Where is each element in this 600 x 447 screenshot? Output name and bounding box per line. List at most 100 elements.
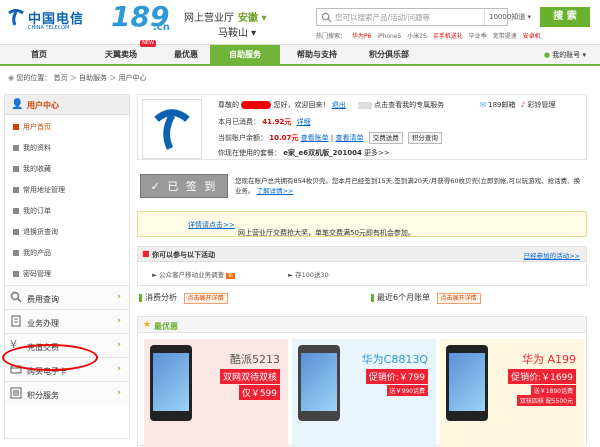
phone-image [298,345,340,421]
nav-home[interactable]: 首页 [0,45,78,65]
china-telecom-logo[interactable]: 中国电信 CHINA TELECOM [6,5,106,35]
account-balance: 当前账户余额： 10.07元 查看账单 | 查看清单 交费送费 积分查询 [218,132,442,144]
search-icon [321,12,332,23]
hot-link[interactable]: 安卓机 [523,33,541,40]
chevron-right-icon: › [117,316,121,326]
phone-image [150,345,192,421]
deal-line: 双网双待双核 [219,369,280,384]
activity-label: 存100送30 [295,271,329,279]
recent-title: 最近6个月账单 [377,293,431,302]
deal-card[interactable]: 华为 A199 促销价:￥1699 送￥1890话费 双核四核 配5500元 [440,339,584,447]
pay-button[interactable]: 交费送费 [368,132,403,144]
sidebar-section-business[interactable]: 业务办理 › [5,309,129,333]
plan-label: 你现在使用的套餐： [218,149,281,157]
bullet-icon [13,229,19,235]
greeting-prefix: 尊敬的 [218,101,239,109]
logout-link[interactable]: 退出 [332,101,346,109]
learn-more-link[interactable]: 了解详情>> [257,187,294,195]
signed-in-button[interactable]: ✓ 已 签 到 [140,174,228,198]
nav-store[interactable]: 天翼卖场 NEW [80,40,162,65]
consume-expand-button[interactable]: 点击展开详情 [183,293,228,304]
view-bill-link[interactable]: 查看账单 [301,134,329,142]
deal-name: 华为 A199 [521,353,576,366]
deal-name: 酷派5213 [230,353,280,366]
search-category-select[interactable]: 10000知道 ▾ [484,9,538,25]
mail-link[interactable]: 189邮箱 [488,101,515,109]
hot-link[interactable]: 毕业季 [469,33,487,40]
nav-help[interactable]: 帮助与支持 [282,45,352,65]
breadcrumb: ◉ 您的位置： 首页 ＞ 自助服务 ＞ 用户中心 [8,73,146,83]
notice-text: 网上营业厅交费抢大奖，单笔交费满50元即有机会参加。 [238,229,415,237]
sidebar-item-addresses[interactable]: 常用地址管理 [13,185,65,199]
notice-link[interactable]: 详情请点击>> [188,221,235,229]
telecom-logo-icon [154,109,190,150]
plan-more-link[interactable]: 更多>> [364,149,390,157]
monthly-bill: 本月已消费： 41.92元 详细 [218,117,311,127]
activities-panel: ■ 你可以参与以下活动 已经参加的活动>> ► 公众客户移动业务调查 新 ► 存… [137,246,587,286]
my-account-menu[interactable]: ● 我的账号 ▾ [544,45,586,65]
deal-line: 送￥990话费 [386,385,428,396]
sidebar-head[interactable]: 👤 用户中心 [5,95,129,115]
nav-points-club[interactable]: 积分俱乐部 [354,45,424,65]
service-note[interactable]: 点击查看我的专属服务 [374,101,444,109]
sidebar-item-my-profile[interactable]: 我的资料 [13,143,51,157]
hot-link[interactable]: 宽带提速 [493,33,517,40]
deal-card[interactable]: 华为C8813Q 促销价:￥799 送￥990话费 [292,339,436,447]
location-icon: ◉ [8,74,15,82]
separator: | [330,134,334,142]
document-icon [11,315,21,327]
section-label: 业务办理 [27,319,59,328]
deal-line: 仅￥599 [238,385,280,400]
province-select[interactable]: 安徽 ▾ [238,9,267,24]
activity-item[interactable]: ► 存100送30 [288,269,329,279]
section-label: 费用查询 [27,295,59,304]
sidebar-item-label: 密码管理 [23,270,51,278]
bullet-icon [13,271,19,277]
gift-icon: ■ [142,249,150,258]
sidebar-item-label: 我的产品 [23,249,51,257]
sidebar-item-products[interactable]: 我的产品 [13,248,51,262]
deals-header: ★ 最优惠 [138,317,586,333]
search-button[interactable]: 搜 索 [540,7,590,27]
bill-detail-link[interactable]: 详细 [297,118,311,126]
greeting-suffix: 您好，欢迎回来！ [273,101,330,109]
sidebar-section-points[interactable]: 积分服务 › [5,381,129,405]
ring-icon: ♪ [520,101,526,109]
city-select[interactable]: 马鞍山 ▾ [218,24,256,39]
hot-link[interactable]: 小米2S [407,33,427,40]
hot-link[interactable]: iPhone5 [377,33,401,40]
recent-expand-button[interactable]: 点击展开详情 [436,293,481,304]
joined-activities-link[interactable]: 已经参加的活动>> [524,250,580,260]
section-marker [139,293,142,302]
section-marker [371,293,374,302]
ring-link[interactable]: 彩铃管理 [527,101,555,109]
sidebar-item-user-home[interactable]: 用户首页 [13,122,51,136]
new-badge: NEW [140,40,156,47]
phone-screen [301,353,337,411]
bullet-icon [13,145,19,151]
sidebar-item-orders[interactable]: 我的订单 [13,206,51,220]
activity-item[interactable]: ► 公众客户移动业务调查 新 [152,269,236,279]
recent-bills: 最近6个月账单 点击展开详情 [371,292,481,304]
bullet-icon [13,187,19,193]
deal-line: 促销价:￥1699 [508,369,576,384]
sidebar-item-favorites[interactable]: 我的收藏 [13,164,51,178]
points-query-button[interactable]: 积分查询 [407,132,442,144]
deal-name: 华为C8813Q [361,353,428,366]
hot-link[interactable]: 华为P6 [352,33,371,40]
nav-self-service[interactable]: 自助服务 [210,45,280,65]
activities-title: 你可以参与以下活动 [152,251,215,259]
promo-notice: 网上营业厅交费抢大奖，单笔交费满50元即有机会参加。 详情请点击>> [137,211,587,237]
hot-search-label: 热门搜索： [316,33,347,40]
sidebar-item-password[interactable]: 密码管理 [13,269,51,283]
sidebar-item-label: 常用地址管理 [23,186,65,194]
sidebar: 👤 用户中心 用户首页 我的资料 我的收藏 常用地址管理 我的订单 退换货查询 … [4,94,130,439]
sidebar-section-billing[interactable]: 费用查询 › [5,285,129,309]
nav-deals[interactable]: 最优惠 [164,45,208,65]
view-list-link[interactable]: 查看清单 [335,134,363,142]
sidebar-item-returns[interactable]: 退换货查询 [13,227,58,241]
hot-link[interactable]: 买手机送礼 [433,33,463,40]
search-input[interactable]: 您可以搜索产品/活动/问题等 [316,8,508,26]
plan-value: e家_e6双机版_201004 [283,149,362,157]
deal-card[interactable]: 酷派5213 双网双待双核 仅￥599 [144,339,288,447]
